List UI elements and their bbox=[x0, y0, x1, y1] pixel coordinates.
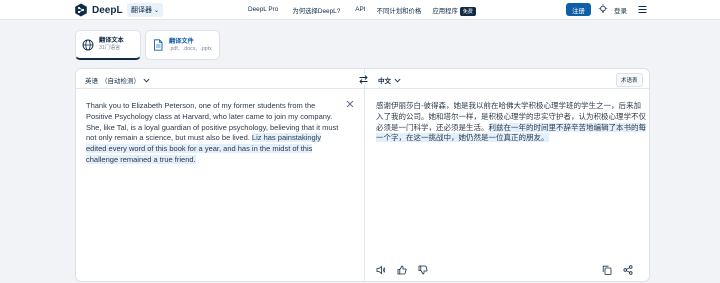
glossary-button[interactable]: 术语表 bbox=[616, 73, 643, 87]
source-language-auto: （自动检测） bbox=[101, 78, 140, 85]
logo-text: DeepL bbox=[92, 4, 123, 16]
tab-translate-file-label: 翻译文件 bbox=[169, 37, 194, 45]
share-icon[interactable] bbox=[623, 265, 633, 275]
register-button[interactable]: 注册 bbox=[566, 3, 591, 16]
tab-translate-text[interactable]: 翻译文本 31门语言 bbox=[75, 30, 141, 60]
translator-menu[interactable]: 翻译器 ⌄ bbox=[127, 3, 164, 17]
top-header: DeepL 翻译器 ⌄ DeepL Pro 为何选择DeepL? API 不同计… bbox=[0, 0, 720, 20]
target-language-selector[interactable]: 中文 bbox=[378, 75, 401, 85]
globe-icon bbox=[82, 39, 94, 50]
panel-divider bbox=[364, 69, 365, 281]
deepl-logo[interactable]: DeepL bbox=[74, 3, 123, 17]
main-nav: DeepL Pro 为何选择DeepL? API 不同计划和价格 应用程序 免费 bbox=[248, 6, 476, 16]
deepl-logo-icon bbox=[75, 3, 87, 17]
source-language-label: 英语 bbox=[85, 78, 98, 85]
hamburger-menu-icon[interactable] bbox=[638, 5, 647, 14]
thumbs-up-icon[interactable] bbox=[397, 265, 407, 275]
target-language-label: 中文 bbox=[378, 78, 391, 85]
translation-output: 感谢伊丽莎白-彼得森，她是我以前在哈佛大学积极心理学班的学生之一，后来加入了我的… bbox=[376, 101, 646, 144]
translator-panel: 英语 （自动检测） 中文 术语表 Thank you to Elizabeth … bbox=[75, 68, 650, 282]
clear-icon[interactable] bbox=[346, 100, 354, 108]
lightbulb-icon[interactable] bbox=[598, 4, 608, 15]
swap-languages-icon[interactable] bbox=[358, 74, 369, 85]
chevron-down-icon: ⌄ bbox=[154, 7, 160, 14]
source-language-selector[interactable]: 英语 （自动检测） bbox=[85, 75, 150, 85]
tab-translate-text-label: 翻译文本 bbox=[99, 37, 124, 44]
speaker-icon[interactable] bbox=[376, 265, 386, 275]
tab-translate-file-sub: .pdf、.docx、.pptx bbox=[169, 45, 212, 52]
chevron-down-icon bbox=[394, 78, 401, 82]
nav-pricing[interactable]: 不同计划和价格 bbox=[377, 6, 422, 16]
translator-menu-label: 翻译器 bbox=[131, 7, 152, 14]
nav-apps[interactable]: 应用程序 免费 bbox=[432, 6, 476, 16]
nav-api[interactable]: API bbox=[355, 6, 365, 16]
source-textarea[interactable]: Thank you to Elizabeth Peterson, one of … bbox=[86, 101, 341, 166]
document-icon bbox=[154, 39, 163, 51]
chevron-down-icon bbox=[143, 78, 150, 82]
login-link[interactable]: 登录 bbox=[614, 5, 627, 15]
copy-icon[interactable] bbox=[602, 265, 612, 275]
tab-translate-file[interactable]: 翻译文件 .pdf、.docx、.pptx bbox=[145, 30, 220, 60]
nav-apps-label: 应用程序 bbox=[432, 8, 458, 15]
tab-translate-text-sub: 31门语言 bbox=[99, 45, 121, 51]
thumbs-down-icon[interactable] bbox=[418, 265, 428, 275]
nav-why-deepl[interactable]: 为何选择DeepL? bbox=[292, 6, 340, 16]
nav-deepl-pro[interactable]: DeepL Pro bbox=[248, 6, 278, 16]
free-badge: 免费 bbox=[459, 6, 476, 16]
